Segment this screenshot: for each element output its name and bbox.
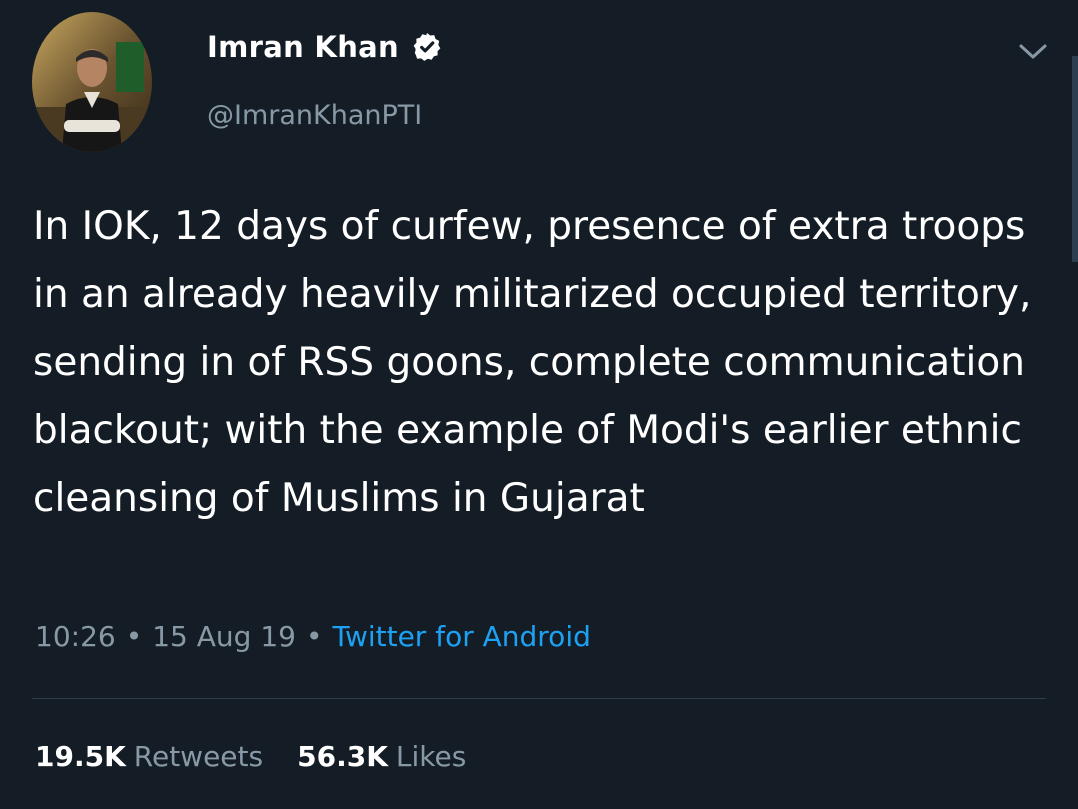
tweet-meta: 10:26 • 15 Aug 19 • Twitter for Android	[35, 620, 591, 653]
author-handle[interactable]: @ImranKhanPTI	[207, 100, 422, 131]
tweet-text: In IOK, 12 days of curfew, presence of e…	[33, 204, 1032, 521]
likes-stat[interactable]: 56.3K Likes	[297, 740, 466, 773]
retweets-count: 19.5K	[35, 740, 126, 773]
tweet-time: 10:26	[35, 620, 116, 653]
scrollbar[interactable]	[1072, 56, 1078, 262]
verified-badge-icon	[413, 33, 441, 61]
tweet-source-link[interactable]: Twitter for Android	[332, 620, 590, 653]
author-display-name[interactable]: Imran Khan	[207, 30, 399, 64]
retweets-label: Retweets	[133, 740, 264, 773]
avatar-photo	[32, 12, 152, 152]
meta-separator: •	[305, 620, 323, 653]
author-name-row[interactable]: Imran Khan	[207, 30, 443, 64]
meta-separator: •	[125, 620, 143, 653]
divider	[32, 698, 1046, 699]
tweet-detail: Imran Khan @ImranKhanPTI In IOK, 12 days…	[0, 0, 1078, 809]
likes-count: 56.3K	[297, 740, 388, 773]
avatar[interactable]	[32, 12, 152, 152]
tweet-stats: 19.5K Retweets 56.3K Likes	[35, 740, 466, 773]
chevron-down-icon[interactable]	[1016, 40, 1050, 64]
retweets-stat[interactable]: 19.5K Retweets	[35, 740, 263, 773]
likes-label: Likes	[395, 740, 467, 773]
tweet-date: 15 Aug 19	[152, 620, 296, 653]
